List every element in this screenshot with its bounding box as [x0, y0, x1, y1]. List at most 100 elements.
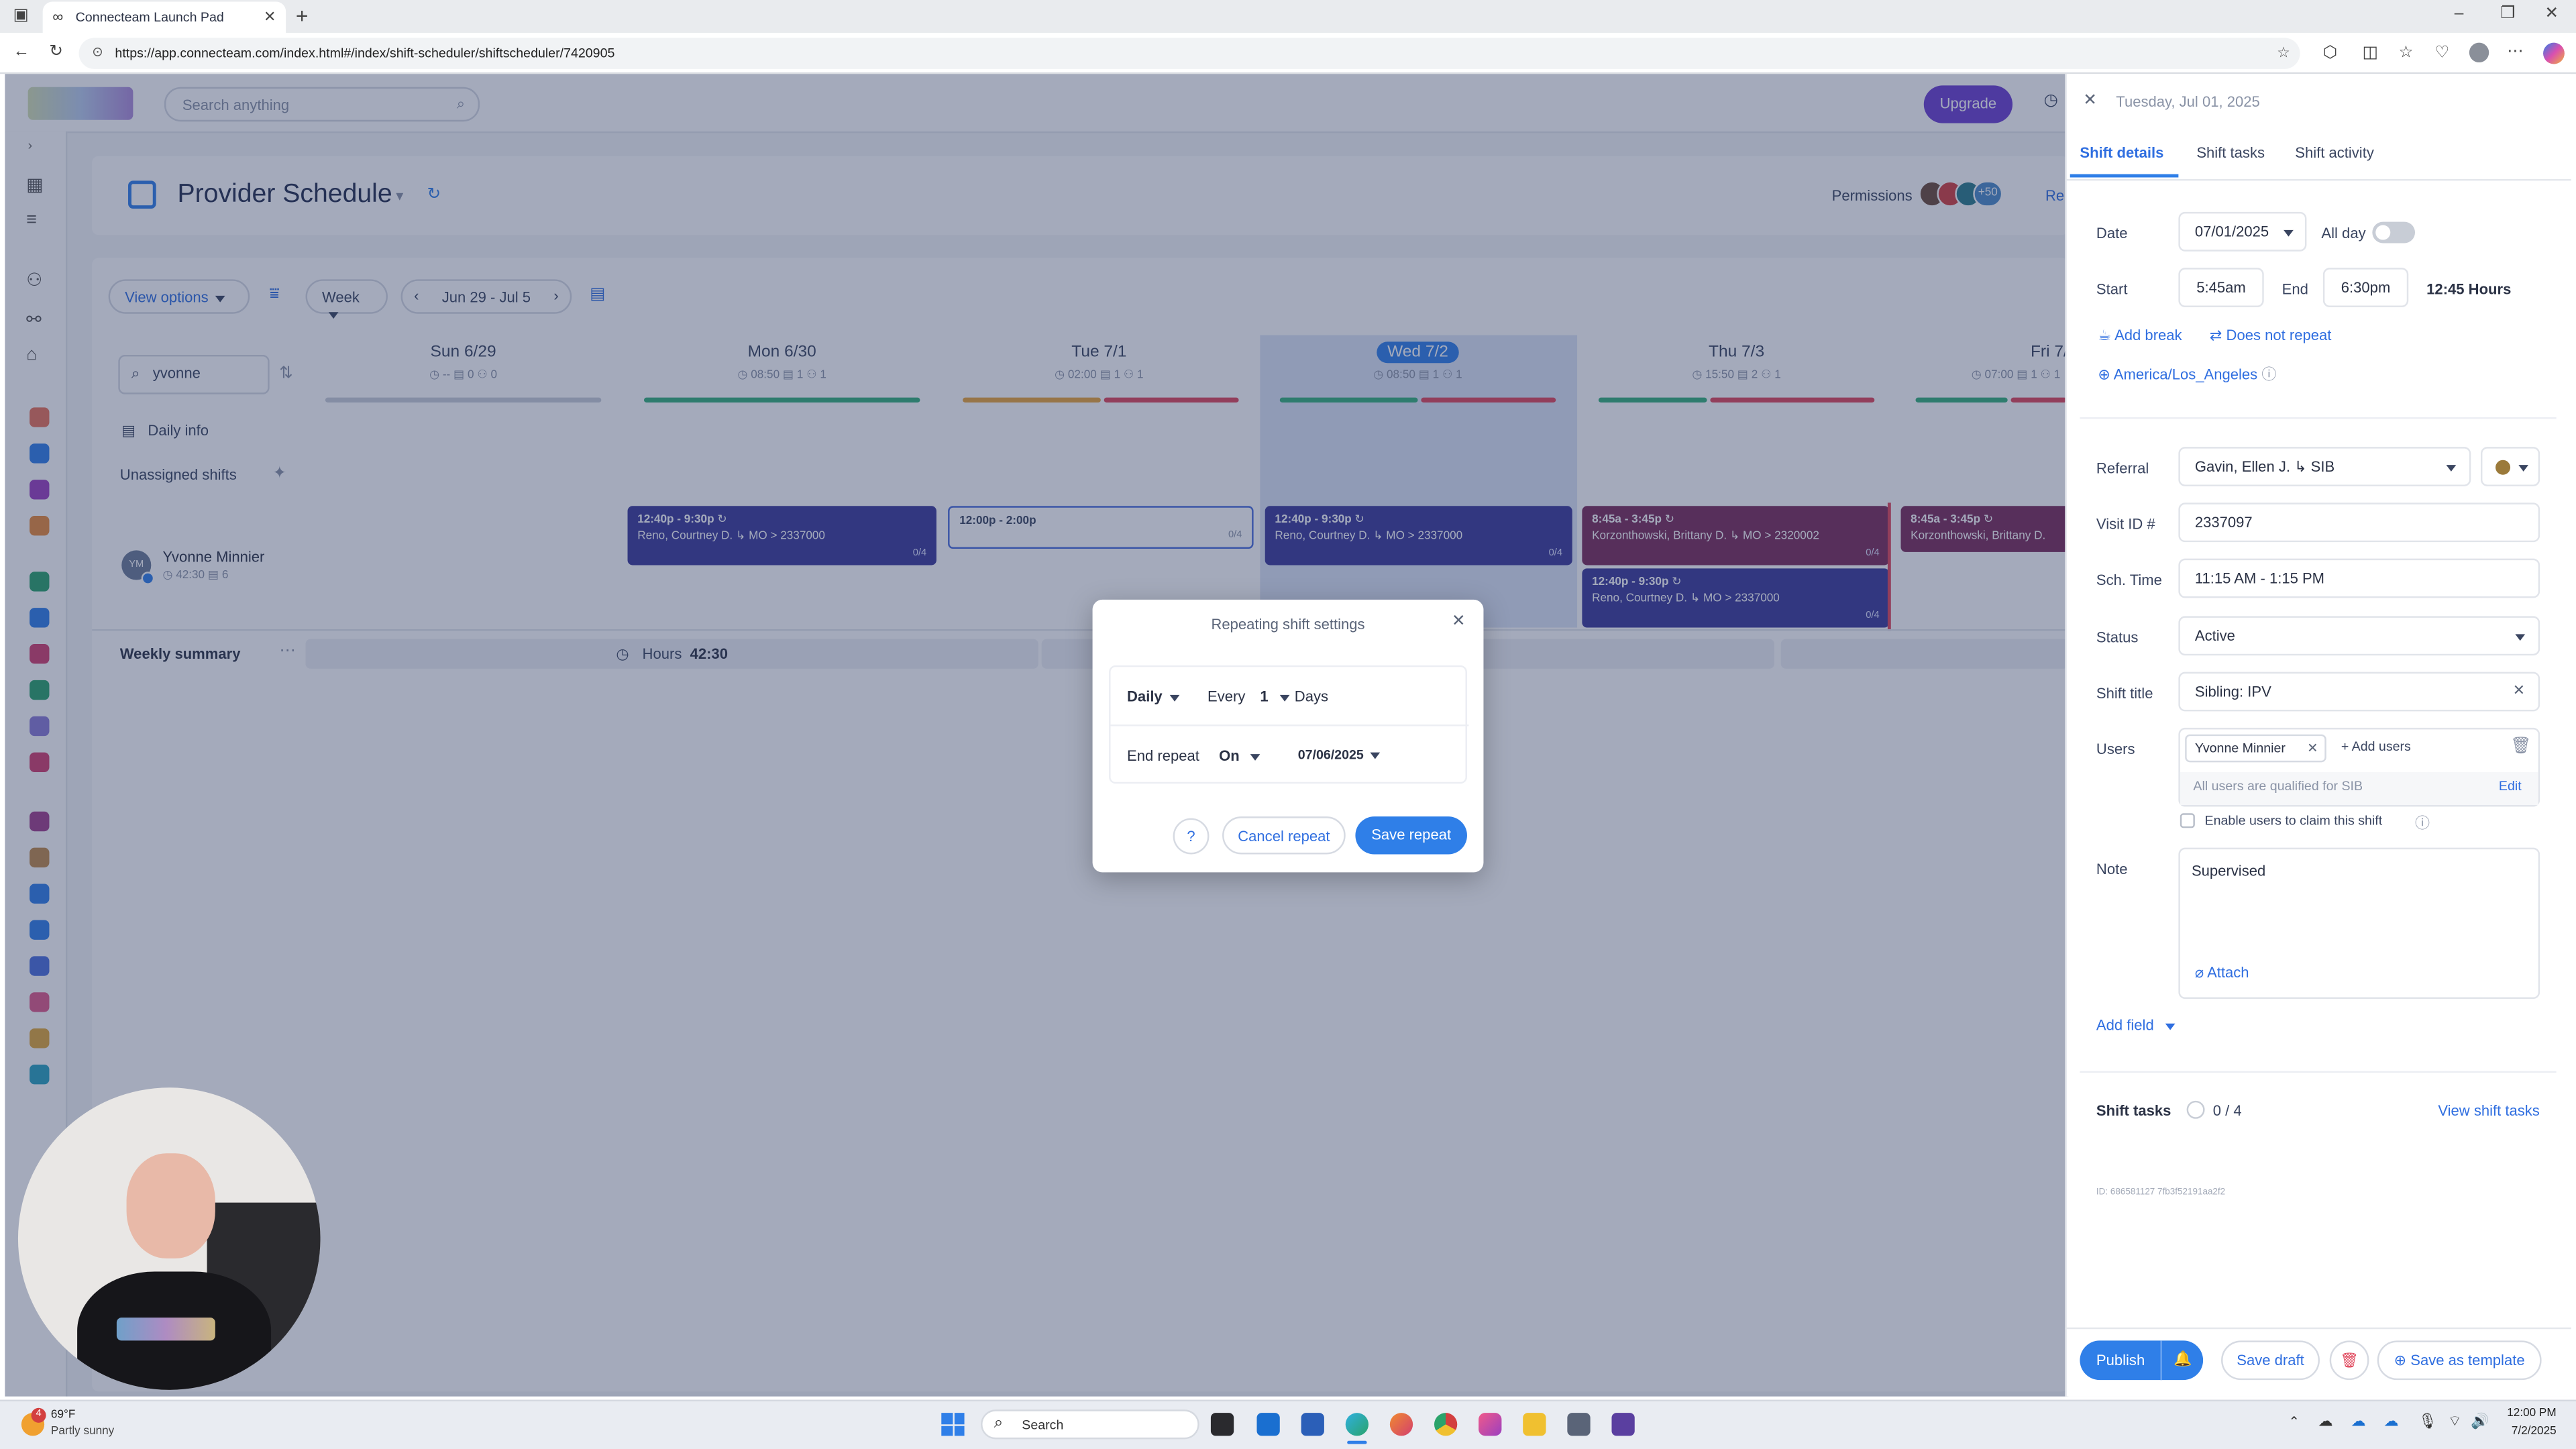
referral-select[interactable]: Gavin, Ellen J. ↳ SIB	[2178, 447, 2471, 486]
note-label: Note	[2096, 861, 2128, 877]
start-tile	[941, 1425, 953, 1436]
interval-select[interactable]: 1	[1260, 688, 1290, 705]
coffee-icon: ☕	[2098, 327, 2112, 343]
tab-shift-details[interactable]: Shift details	[2080, 145, 2163, 161]
more-options-icon[interactable]: ⋯	[2507, 43, 2523, 61]
outlook-icon[interactable]	[1256, 1413, 1280, 1436]
volume-icon[interactable]: 🔊	[2471, 1413, 2489, 1431]
close-icon[interactable]: ✕	[1452, 612, 1466, 631]
save-repeat-button[interactable]: Save repeat	[1355, 816, 1467, 855]
back-icon[interactable]: ←	[13, 43, 30, 61]
active-tab-indicator	[2070, 174, 2179, 178]
wifi-icon[interactable]: ⌔	[2448, 1413, 2462, 1431]
attach-link[interactable]: ⌀ Attach	[2195, 965, 2249, 983]
chrome-icon[interactable]	[1434, 1413, 1458, 1436]
info-icon[interactable]: ⓘ	[2415, 812, 2430, 833]
app-icon[interactable]	[1611, 1413, 1635, 1436]
start-tile	[953, 1425, 965, 1436]
end-repeat-mode-select[interactable]: On	[1219, 747, 1260, 764]
firefox-icon[interactable]	[1389, 1413, 1413, 1436]
view-shift-tasks-link[interactable]: View shift tasks	[2438, 1102, 2539, 1118]
close-panel-icon[interactable]: ✕	[2083, 92, 2097, 110]
publish-button[interactable]: Publish	[2096, 1352, 2145, 1368]
tab-shift-activity[interactable]: Shift activity	[2295, 145, 2374, 161]
bookmark-star-icon[interactable]: ☆	[2277, 44, 2290, 62]
remove-user-icon[interactable]: ✕	[2307, 741, 2318, 755]
file-explorer-icon[interactable]	[1523, 1413, 1546, 1436]
onedrive-icon[interactable]: ☁	[2351, 1413, 2366, 1431]
taskbar-search[interactable]: ⌕ Search	[981, 1409, 1199, 1440]
plus-circle-icon: ⊕	[2394, 1352, 2407, 1369]
timezone-link[interactable]: ⊕ America/Los_Angeles ⓘ	[2098, 363, 2276, 384]
edge-icon[interactable]	[1345, 1413, 1369, 1436]
claim-checkbox[interactable]	[2180, 813, 2195, 828]
chevron-down-icon	[1249, 753, 1260, 760]
new-tab-icon[interactable]: +	[296, 3, 309, 28]
notify-bell-icon[interactable]: 🔔	[2174, 1350, 2192, 1368]
sch-time-input[interactable]: 11:15 AM - 1:15 PM	[2178, 558, 2540, 598]
close-tab-icon[interactable]: ✕	[264, 8, 276, 26]
add-field-label: Add field	[2096, 1016, 2154, 1034]
note-value: Supervised	[2191, 862, 2266, 879]
end-date-picker[interactable]: 07/06/2025	[1298, 747, 1381, 762]
calculator-icon[interactable]	[1567, 1413, 1591, 1436]
url-field[interactable]: ⊙ https://app.connecteam.com/index.html#…	[78, 38, 2300, 69]
minimize-icon[interactable]: –	[2455, 5, 2464, 23]
interval-value: 1	[1260, 688, 1269, 705]
tab-shift-tasks[interactable]: Shift tasks	[2196, 145, 2265, 161]
sidebar-toggle-icon[interactable]: ▣	[13, 7, 29, 25]
repeat-link[interactable]: ⇄ Does not repeat	[2210, 327, 2331, 345]
status-select[interactable]: Active	[2178, 616, 2540, 656]
refresh-icon[interactable]: ↻	[49, 43, 63, 61]
clock-date[interactable]: 7/2/2025	[2500, 1426, 2557, 1438]
question-icon: ?	[1187, 828, 1195, 845]
visit-id-input[interactable]: 2337097	[2178, 502, 2540, 543]
user-chip[interactable]: Yvonne Minnier ✕	[2185, 734, 2326, 763]
extensions-icon[interactable]: ⬡	[2323, 44, 2337, 62]
repeating-shift-modal: Repeating shift settings ✕ Daily Every 1…	[1092, 599, 1484, 873]
network-icon[interactable]: ☁	[2318, 1413, 2333, 1431]
trash-icon[interactable]: 🗑	[2510, 738, 2531, 756]
task-view-icon[interactable]	[1210, 1413, 1234, 1436]
delete-shift-button[interactable]: 🗑	[2329, 1340, 2369, 1381]
browser-essentials-icon[interactable]: ♡	[2434, 44, 2449, 62]
site-info-icon[interactable]: ⊙	[92, 44, 103, 59]
show-hidden-icons[interactable]: ⌃	[2288, 1415, 2299, 1430]
save-template-button[interactable]: ⊕ Save as template	[2377, 1340, 2542, 1381]
temperature[interactable]: 69°F	[51, 1409, 75, 1421]
add-break-link[interactable]: ☕ Add break	[2098, 327, 2182, 345]
onedrive-business-icon[interactable]: ☁	[2383, 1413, 2398, 1431]
color-picker[interactable]	[2480, 447, 2540, 486]
weather-text[interactable]: Partly sunny	[51, 1426, 114, 1438]
all-day-toggle[interactable]	[2372, 221, 2416, 244]
presenter-head-shape	[126, 1153, 215, 1258]
edit-qualifications-link[interactable]: Edit	[2499, 779, 2522, 794]
windows-start-icon[interactable]	[941, 1413, 965, 1436]
browser-tab[interactable]: ∞ Connecteam Launch Pad ✕	[42, 1, 286, 33]
date-value: 07/01/2025	[2194, 223, 2269, 240]
microphone-icon[interactable]: 🎙	[2418, 1413, 2437, 1431]
clear-icon[interactable]: ✕	[2513, 682, 2525, 700]
restore-icon[interactable]: ❐	[2500, 5, 2515, 23]
add-users-button[interactable]: + Add users	[2341, 739, 2411, 754]
help-button[interactable]: ?	[1173, 818, 1210, 855]
close-window-icon[interactable]: ✕	[2545, 5, 2559, 23]
copilot-icon[interactable]	[2543, 42, 2565, 64]
word-icon[interactable]	[1301, 1413, 1324, 1436]
sch-time-label: Sch. Time	[2096, 572, 2162, 588]
profile-avatar-icon[interactable]	[2469, 42, 2489, 63]
note-textarea[interactable]: Supervised ⌀ Attach	[2178, 847, 2540, 999]
end-time-input[interactable]: 6:30pm	[2322, 268, 2409, 307]
date-input[interactable]: 07/01/2025	[2178, 211, 2307, 252]
clock-time[interactable]: 12:00 PM	[2500, 1408, 2556, 1419]
favorites-icon[interactable]: ☆	[2399, 44, 2414, 62]
add-field-button[interactable]: Add field	[2096, 1017, 2176, 1033]
start-time-input[interactable]: 5:45am	[2178, 268, 2264, 307]
split-screen-icon[interactable]: ◫	[2363, 44, 2378, 62]
save-draft-button[interactable]: Save draft	[2221, 1340, 2320, 1381]
frequency-select[interactable]: Daily	[1127, 688, 1179, 705]
shift-title-input[interactable]: Sibling: IPV ✕	[2178, 672, 2540, 712]
itunes-icon[interactable]	[1479, 1413, 1502, 1436]
connecteam-favicon-icon: ∞	[52, 8, 64, 25]
cancel-repeat-button[interactable]: Cancel repeat	[1222, 816, 1346, 855]
